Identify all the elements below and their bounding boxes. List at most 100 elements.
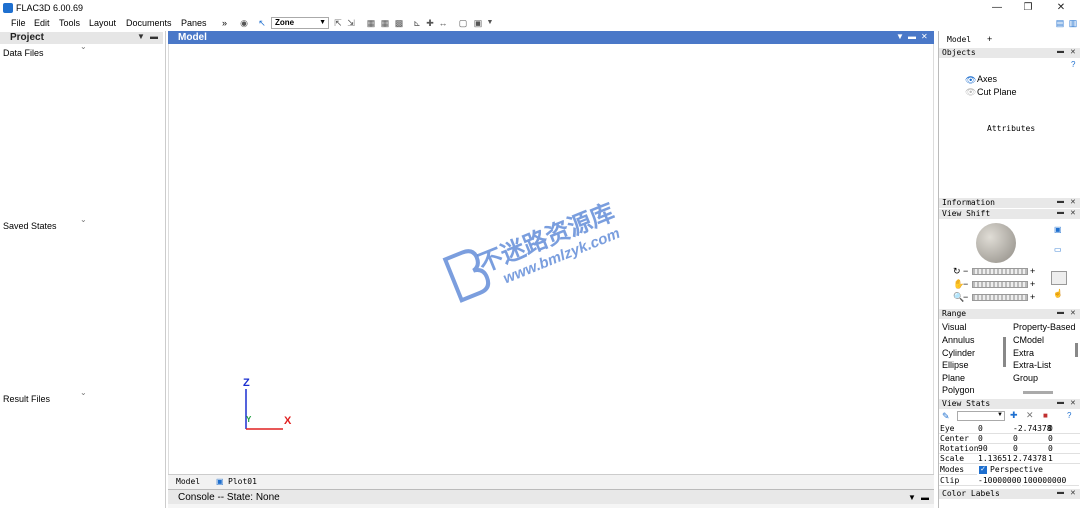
- plus-tool-icon[interactable]: ✚: [425, 18, 435, 28]
- hand-icon[interactable]: ☝: [1053, 289, 1063, 298]
- range-ellipse[interactable]: Ellipse: [942, 360, 969, 370]
- menu-layout[interactable]: Layout: [89, 18, 116, 28]
- vs-center-y[interactable]: 0: [1012, 434, 1047, 444]
- view-sphere-control[interactable]: [976, 223, 1016, 263]
- frame-icon[interactable]: ▢: [458, 18, 468, 28]
- tab-model-panel[interactable]: Model: [947, 35, 971, 44]
- perspective-checkbox[interactable]: ✓: [979, 466, 987, 474]
- model-canvas[interactable]: Z X Y 不迷路资源库 www.bmlzyk.com: [168, 44, 934, 474]
- range-horizontal-scrollbar[interactable]: [1023, 391, 1053, 394]
- menu-panes[interactable]: Panes: [181, 18, 207, 28]
- vs-rotation-y[interactable]: 0: [1012, 444, 1047, 454]
- range-visual[interactable]: Visual: [942, 322, 966, 332]
- section-saved-states[interactable]: Saved States: [3, 221, 57, 231]
- pane-minimize-icon[interactable]: ▬: [1057, 399, 1064, 406]
- grid-2-icon[interactable]: ▦: [380, 18, 390, 28]
- rotate-slider[interactable]: [972, 268, 1028, 275]
- pane-minimize-icon[interactable]: ▬: [1057, 48, 1064, 55]
- pane-minimize-icon[interactable]: ▬: [1057, 198, 1064, 205]
- pane-close-icon[interactable]: ✕: [1070, 489, 1076, 497]
- menu-tools[interactable]: Tools: [59, 18, 80, 28]
- vs-scale-y[interactable]: 2.74378: [1012, 454, 1047, 464]
- zoom-slider[interactable]: [972, 294, 1028, 301]
- camera-icon[interactable]: ▣: [1054, 225, 1062, 234]
- layout-2-icon[interactable]: ▥: [1068, 18, 1078, 28]
- wand-icon[interactable]: ✎: [942, 411, 950, 422]
- add-view-icon[interactable]: ✚: [1010, 410, 1018, 421]
- pointer-icon[interactable]: ↖: [257, 18, 267, 28]
- chevron-down-icon[interactable]: ⌄: [80, 42, 87, 51]
- eye-icon[interactable]: 👁: [965, 75, 976, 86]
- clip-max-spinner[interactable]: 100000000: [1022, 476, 1079, 486]
- pane-minimize-icon[interactable]: ▬: [1057, 309, 1064, 316]
- vs-eye-y[interactable]: -2.74378: [1012, 424, 1052, 434]
- pane-close-icon[interactable]: ✕: [921, 32, 928, 41]
- tab-plot01[interactable]: Plot01: [228, 477, 257, 486]
- help-icon[interactable]: ?: [1071, 60, 1075, 69]
- object-cut-plane[interactable]: Cut Plane: [977, 87, 1017, 97]
- help-icon[interactable]: ?: [1067, 411, 1071, 420]
- pane-close-icon[interactable]: ✕: [1070, 399, 1076, 407]
- add-tab-button[interactable]: +: [987, 34, 992, 44]
- pane-close-icon[interactable]: ✕: [1070, 48, 1076, 56]
- vs-scale-z[interactable]: 1: [1047, 454, 1080, 464]
- vs-eye-z[interactable]: 0: [1047, 424, 1080, 434]
- select-tool-2-icon[interactable]: ⇲: [346, 18, 356, 28]
- pane-minimize-icon[interactable]: ▬: [908, 32, 916, 41]
- range-cylinder[interactable]: Cylinder: [942, 348, 975, 358]
- pane-close-icon[interactable]: ✕: [1070, 309, 1076, 317]
- range-extra-list[interactable]: Extra-List: [1013, 360, 1051, 370]
- select-tool-icon[interactable]: ⇱: [333, 18, 343, 28]
- vs-rotation-z[interactable]: 0: [1047, 444, 1080, 454]
- restore-button[interactable]: ❐: [1017, 1, 1039, 15]
- menu-edit[interactable]: Edit: [34, 18, 50, 28]
- pane-minimize-icon[interactable]: ▬: [150, 32, 158, 41]
- dash-tool-icon[interactable]: ↔: [438, 18, 448, 28]
- lock-icon[interactable]: ■: [1043, 411, 1048, 420]
- axis-tool-icon[interactable]: ⊾: [412, 18, 422, 28]
- vs-scale-x[interactable]: 1.13651: [977, 454, 1012, 464]
- pane-menu-icon[interactable]: ▼: [137, 32, 145, 41]
- close-button[interactable]: ✕: [1050, 1, 1072, 15]
- clip-min-spinner[interactable]: -10000000: [977, 476, 1021, 486]
- frame-dropdown-icon[interactable]: ▼: [485, 18, 495, 28]
- pane-menu-icon[interactable]: ▼: [908, 493, 916, 502]
- pane-menu-icon[interactable]: ▼: [896, 32, 904, 41]
- range-extra[interactable]: Extra: [1013, 348, 1034, 358]
- menu-documents[interactable]: Documents: [126, 18, 172, 28]
- range-cmodel[interactable]: CModel: [1013, 335, 1044, 345]
- pane-close-icon[interactable]: ✕: [1070, 198, 1076, 206]
- distance-slider[interactable]: [1051, 271, 1067, 285]
- console-output[interactable]: [168, 504, 934, 508]
- section-data-files[interactable]: Data Files: [3, 48, 44, 58]
- pane-minimize-icon[interactable]: ▬: [1057, 489, 1064, 496]
- sphere-icon[interactable]: ◉: [239, 18, 249, 28]
- vs-eye-x[interactable]: 0: [977, 424, 1012, 434]
- range-plane[interactable]: Plane: [942, 373, 965, 383]
- frame-menu-icon[interactable]: ▣: [473, 18, 483, 28]
- grid-icon[interactable]: ▦: [366, 18, 376, 28]
- pan-slider[interactable]: [972, 281, 1028, 288]
- pane-minimize-icon[interactable]: ▬: [1057, 209, 1064, 216]
- range-annulus[interactable]: Annulus: [942, 335, 975, 345]
- vs-rotation-x[interactable]: 90: [977, 444, 1012, 454]
- layout-icon[interactable]: ▤: [1055, 18, 1065, 28]
- screen-icon[interactable]: ▭: [1054, 245, 1062, 254]
- tab-model[interactable]: Model: [176, 477, 200, 486]
- minimize-button[interactable]: —: [986, 1, 1008, 15]
- zone-select[interactable]: Zone ▼: [271, 17, 329, 29]
- eye-off-icon[interactable]: 👁: [965, 87, 976, 98]
- chevron-down-icon[interactable]: ⌄: [80, 388, 87, 397]
- range-right-scrollbar[interactable]: [1075, 343, 1078, 357]
- vs-center-x[interactable]: 0: [977, 434, 1012, 444]
- view-select[interactable]: ▼: [957, 411, 1005, 421]
- range-property-based[interactable]: Property-Based: [1013, 322, 1076, 332]
- range-polygon[interactable]: Polygon: [942, 385, 975, 395]
- toolbar-overflow-button[interactable]: »: [222, 18, 227, 28]
- pane-close-icon[interactable]: ✕: [1070, 209, 1076, 217]
- grid-3-icon[interactable]: ▩: [394, 18, 404, 28]
- range-group[interactable]: Group: [1013, 373, 1038, 383]
- section-result-files[interactable]: Result Files: [3, 394, 50, 404]
- vs-center-z[interactable]: 0: [1047, 434, 1080, 444]
- chevron-down-icon[interactable]: ⌄: [80, 215, 87, 224]
